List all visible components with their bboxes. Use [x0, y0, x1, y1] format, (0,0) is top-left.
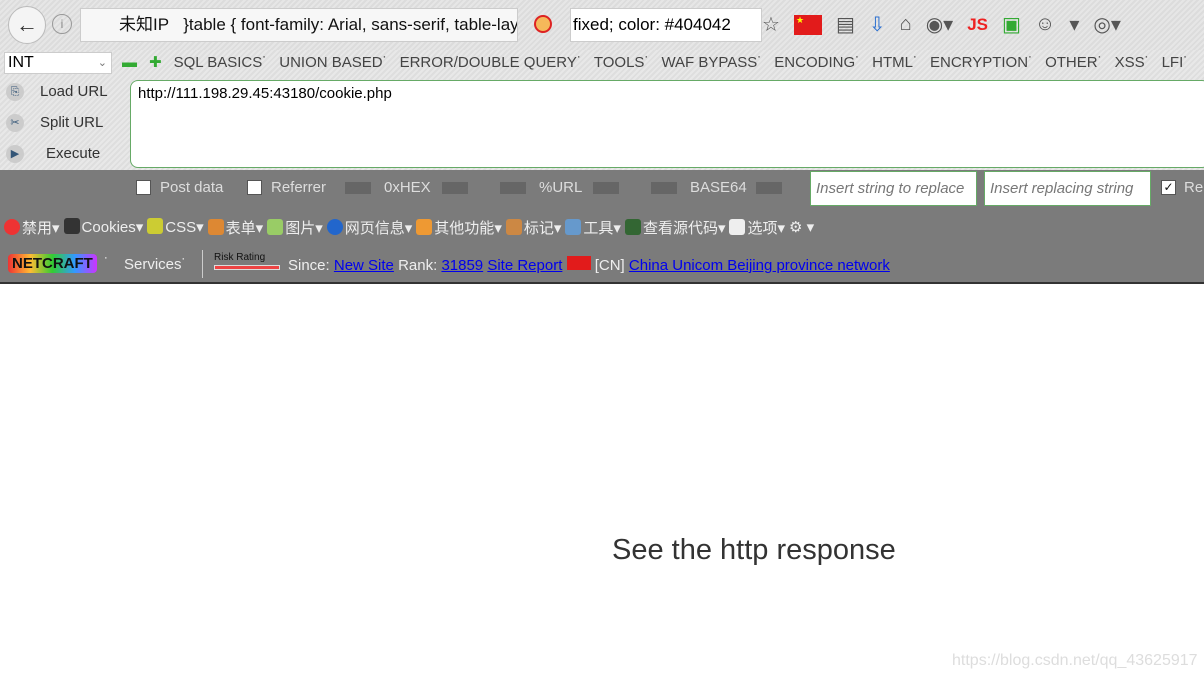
disable-icon: [4, 218, 20, 235]
blocked-icon[interactable]: [534, 15, 552, 33]
cookies-menu[interactable]: Cookies▾: [63, 218, 143, 236]
china-flag-icon: ★: [793, 14, 822, 35]
hex-decode-button[interactable]: [345, 182, 371, 194]
search-input[interactable]: fixed; color: #404042: [570, 8, 762, 42]
menu-sql-basics[interactable]: SQL BASICS˙: [174, 52, 268, 74]
dropdown-icon[interactable]: ▾: [1069, 12, 1079, 37]
hex-encode-button[interactable]: [442, 182, 468, 194]
menu-encryption[interactable]: ENCRYPTION˙: [930, 52, 1033, 74]
page-info-menu[interactable]: 网页信息▾: [326, 217, 412, 238]
execute-icon: ▶: [6, 145, 24, 163]
forms-icon: [207, 218, 224, 235]
execute-button[interactable]: ▶ Execute: [4, 142, 124, 173]
referrer-label: Referrer: [271, 179, 327, 196]
js-icon[interactable]: JS: [967, 15, 988, 35]
replace-all-label: Re: [1184, 179, 1204, 196]
split-url-icon: ✂: [6, 114, 24, 132]
misc-menu[interactable]: 其他功能▾: [416, 217, 502, 238]
tools-menu[interactable]: 工具▾: [565, 217, 621, 238]
page-message: See the http response: [612, 534, 896, 566]
risk-rating[interactable]: Risk Rating: [214, 252, 280, 270]
replace-all-checkbox[interactable]: ✓: [1161, 180, 1176, 195]
reader-icon[interactable]: ▤: [836, 12, 855, 37]
home-icon[interactable]: ⌂: [900, 13, 912, 36]
site-identity: 未知IP: [119, 15, 170, 34]
minus-icon[interactable]: ▬: [122, 52, 137, 74]
images-icon: [267, 218, 284, 235]
browser-nav-bar: ← i 未知IP }table { font-family: Arial, sa…: [0, 0, 1204, 50]
menu-other[interactable]: OTHER˙: [1045, 52, 1103, 74]
url-decode-button[interactable]: [500, 182, 526, 194]
css-menu[interactable]: CSS▾: [147, 218, 204, 236]
netcraft-dropdown[interactable]: ˙: [104, 255, 109, 272]
hackbar-options: Post data Referrer 0xHEX %URL BASE64 Ins…: [0, 170, 1204, 208]
url-encode-button[interactable]: [593, 182, 619, 194]
menu-union-based[interactable]: UNION BASED˙: [279, 52, 387, 74]
options-menu[interactable]: 选项▾: [729, 217, 785, 238]
source-icon: [624, 218, 641, 235]
load-url-icon: ⎘: [6, 83, 24, 101]
cookie-icon[interactable]: ☺: [1035, 13, 1055, 36]
web-developer-toolbar: 禁用▾ Cookies▾ CSS▾ 表单▾ 图片▾ 网页信息▾ 其他功能▾ 标记…: [0, 208, 1204, 246]
menu-lfi[interactable]: LFI˙: [1162, 52, 1189, 74]
referrer-checkbox[interactable]: [247, 180, 262, 195]
post-data-label: Post data: [160, 179, 224, 196]
disable-menu[interactable]: 禁用▾: [4, 217, 60, 238]
url-textarea[interactable]: http://111.198.29.45:43180/cookie.php: [130, 80, 1204, 168]
site-report-link[interactable]: Site Report: [487, 257, 562, 274]
chevron-down-icon: ⌄: [97, 57, 107, 69]
replacing-input[interactable]: Insert replacing string: [984, 171, 1151, 206]
forms-menu[interactable]: 表单▾: [207, 217, 263, 238]
options-icon: [729, 218, 746, 235]
menu-encoding[interactable]: ENCODING˙: [774, 52, 860, 74]
since-label: Since:: [288, 257, 330, 274]
split-url-button[interactable]: ✂ Split URL: [4, 111, 124, 142]
plus-icon[interactable]: ✚: [149, 52, 162, 74]
addon-icon[interactable]: ◎▾: [1093, 12, 1121, 37]
image-tool-icon[interactable]: ▣: [1002, 12, 1021, 37]
post-data-checkbox[interactable]: [136, 180, 151, 195]
pencil-icon: [505, 218, 522, 235]
back-button[interactable]: ←: [8, 6, 46, 44]
services-menu[interactable]: Services˙: [124, 256, 187, 273]
country-code: [CN]: [594, 257, 625, 274]
more-menu[interactable]: ⚙ ▾: [789, 218, 814, 236]
base64-encode-button[interactable]: [756, 182, 782, 194]
url-label: %URL: [539, 179, 583, 196]
rank-label: Rank:: [398, 257, 438, 274]
address-text: }table { font-family: Arial, sans-serif,…: [183, 15, 518, 34]
hackbar: INT ⌄ ▬ ✚ SQL BASICS˙ UNION BASED˙ ERROR/…: [0, 50, 1204, 170]
new-site-link[interactable]: New Site: [334, 257, 394, 274]
address-bar[interactable]: 未知IP }table { font-family: Arial, sans-s…: [80, 8, 518, 42]
netcraft-logo[interactable]: NETCRAFT: [8, 254, 97, 273]
menu-error-double-query[interactable]: ERROR/DOUBLE QUERY˙: [400, 52, 582, 74]
misc-icon: [416, 218, 433, 235]
tools-icon: [565, 218, 582, 235]
view-source-menu[interactable]: 查看源代码▾: [624, 217, 725, 238]
download-icon[interactable]: ⇩: [869, 12, 886, 37]
base64-decode-button[interactable]: [651, 182, 677, 194]
info-icon[interactable]: i: [52, 14, 72, 34]
rank-link[interactable]: 31859: [441, 257, 483, 274]
china-flag-icon: [566, 256, 591, 270]
menu-html[interactable]: HTML˙: [872, 52, 918, 74]
info-icon: [326, 218, 343, 235]
network-link[interactable]: China Unicom Beijing province network: [629, 257, 890, 274]
replace-input[interactable]: Insert string to replace: [810, 171, 977, 206]
menu-tools[interactable]: TOOLS˙: [594, 52, 650, 74]
globe-icon[interactable]: ◉▾: [926, 12, 954, 37]
outline-menu[interactable]: 标记▾: [505, 217, 561, 238]
cookies-icon: [63, 218, 80, 234]
images-menu[interactable]: 图片▾: [267, 217, 323, 238]
watermark: https://blog.csdn.net/qq_43625917: [952, 652, 1198, 669]
hex-label: 0xHEX: [384, 179, 431, 196]
type-select[interactable]: INT ⌄: [4, 52, 112, 74]
base64-label: BASE64: [690, 179, 747, 196]
menu-waf-bypass[interactable]: WAF BYPASS˙: [661, 52, 762, 74]
menu-xss[interactable]: XSS˙: [1115, 52, 1150, 74]
netcraft-toolbar: NETCRAFT ˙ Services˙ Risk Rating Since: …: [0, 246, 1204, 284]
css-icon: [147, 218, 164, 234]
load-url-button[interactable]: ⎘ Load URL: [4, 80, 124, 111]
bookmark-star-icon[interactable]: ☆: [762, 12, 780, 37]
